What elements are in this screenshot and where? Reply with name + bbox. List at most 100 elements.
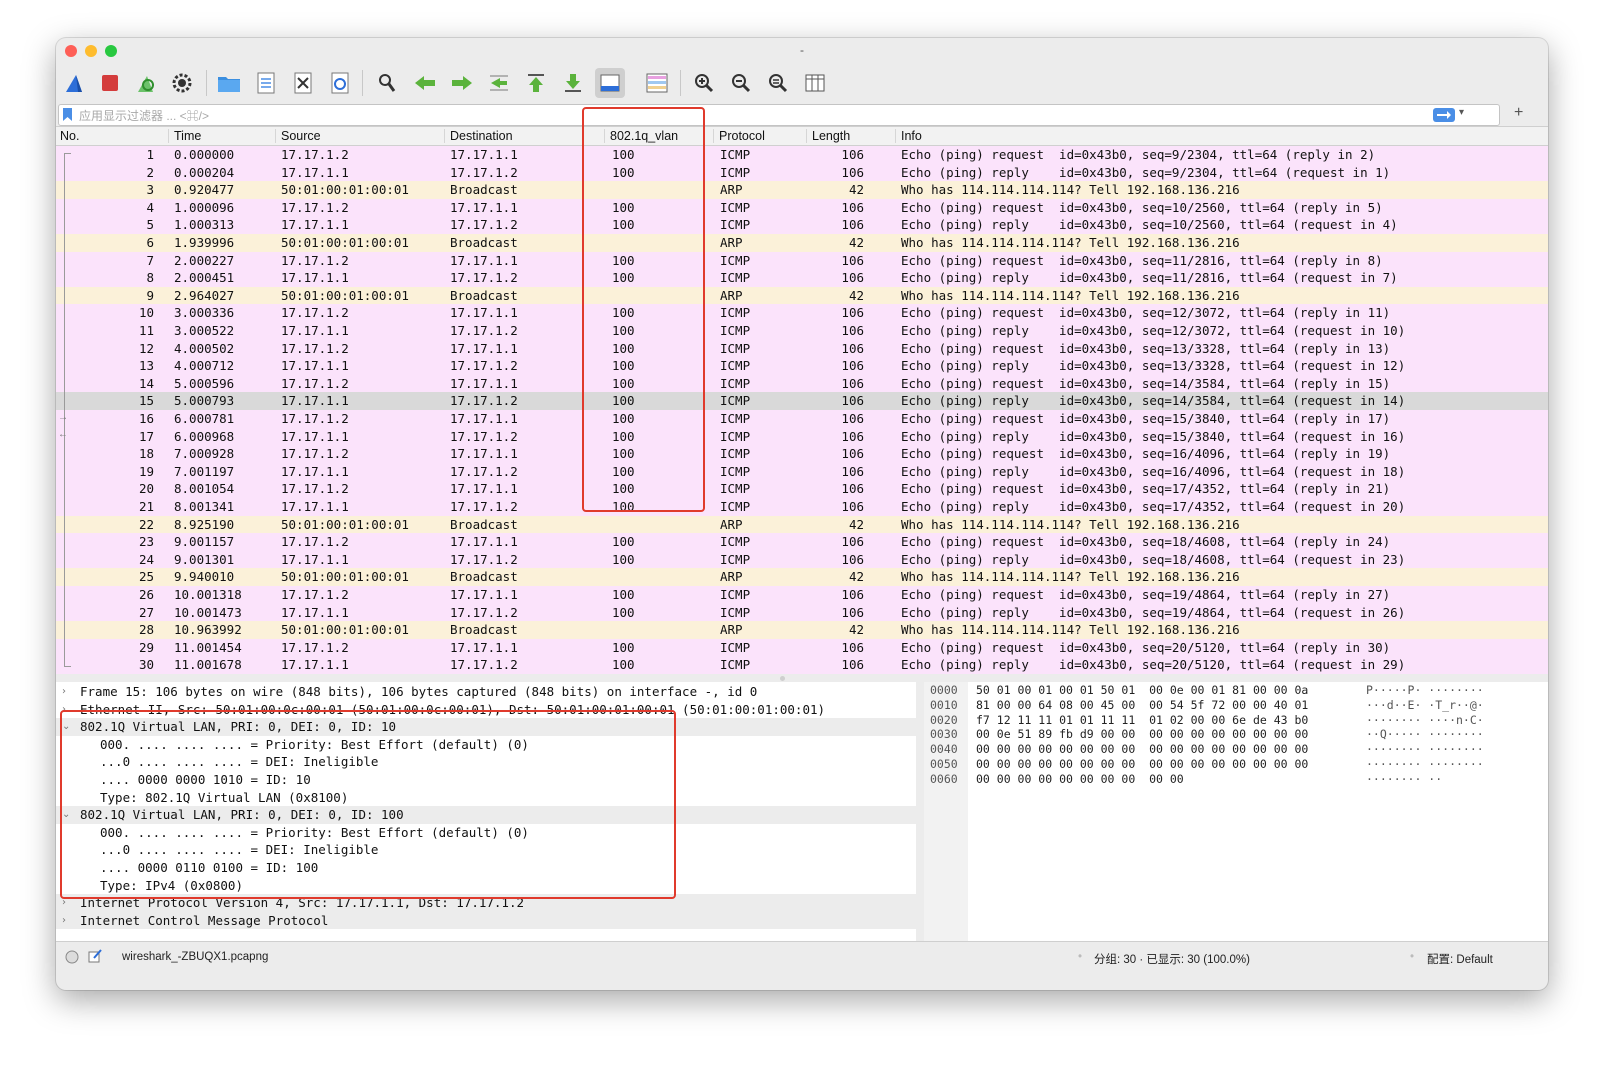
detail-tree-field[interactable]: .... 0000 0000 1010 = ID: 10 [56,771,916,789]
column-header-length[interactable]: Length [812,129,850,143]
cell-info: Who has 114.114.114.114? Tell 192.168.13… [901,235,1240,250]
packet-row[interactable]: 20 8.001054 17.17.1.2 17.17.1.1 100 ICMP 106 Ec… [56,480,1548,498]
restart-capture-icon[interactable] [131,68,161,98]
detail-tree-node[interactable]: › Internet Control Message Protocol [56,911,916,930]
packet-row[interactable]: 18 7.000928 17.17.1.2 17.17.1.1 100 ICMP 106 Ec… [56,445,1548,463]
zoom-in-icon[interactable] [689,68,719,98]
packet-row[interactable]: 24 9.001301 17.17.1.1 17.17.1.2 100 ICMP 106 Ec… [56,550,1548,569]
zoom-reset-icon[interactable] [763,68,793,98]
detail-tree-node[interactable]: › Ethernet II, Src: 50:01:00:0c:00:01 (50… [56,701,916,719]
collapsed-chevron-icon[interactable]: › [62,912,66,930]
add-filter-button-icon[interactable]: + [1514,104,1523,122]
detail-tree-field[interactable]: Type: 802.1Q Virtual LAN (0x8100) [56,789,916,807]
collapsed-chevron-icon[interactable]: › [62,701,66,719]
packet-row[interactable]: 6 1.939996 50:01:00:01:00:01 Broadcast ARP 42… [56,234,1548,252]
detail-tree-field[interactable]: Type: IPv4 (0x0800) [56,877,916,895]
cell-length: 42 [848,516,864,532]
open-folder-icon[interactable] [214,68,244,98]
expanded-chevron-icon[interactable]: ⌄ [62,718,70,736]
packet-row[interactable]: 1 0.000000 17.17.1.2 17.17.1.1 100 ICMP 106 Ech… [56,146,1548,164]
cell-no: 8 [146,270,154,286]
go-forward-arrow-icon[interactable] [447,68,477,98]
packet-row[interactable]: 3 0.920477 50:01:00:01:00:01 Broadcast ARP 42… [56,181,1548,199]
packet-row[interactable]: 13 4.000712 17.17.1.1 17.17.1.2 100 ICMP 106 Ec… [56,357,1548,375]
detail-tree-field[interactable]: ...0 .... .... .... = DEI: Ineligible [56,841,916,859]
go-back-arrow-icon[interactable] [410,68,440,98]
capture-comment-icon[interactable] [88,949,102,963]
collapsed-chevron-icon[interactable]: › [62,894,66,912]
packet-row[interactable]: 10 3.000336 17.17.1.2 17.17.1.1 100 ICMP 106 Ec… [56,304,1548,322]
capture-options-gear-icon[interactable] [167,68,197,98]
filter-history-dropdown-icon[interactable]: ▾ [1459,107,1464,118]
column-header-destination[interactable]: Destination [450,129,513,143]
bookmark-icon[interactable] [63,108,72,121]
packet-row[interactable]: 21 8.001341 17.17.1.1 17.17.1.2 100 ICMP 106 Ec… [56,498,1548,516]
cell-source: 17.17.1.1 [281,604,349,620]
close-file-icon[interactable] [288,68,318,98]
packet-row[interactable]: 15 5.000793 17.17.1.1 17.17.1.2 100 ICMP 106 Ec… [56,392,1548,410]
column-header-no[interactable]: No. [60,129,79,143]
cell-time: 8.001341 [174,499,235,514]
cell-info: Echo (ping) request id=0x43b0, seq=19/48… [901,587,1391,602]
stop-capture-icon[interactable] [95,68,125,98]
detail-tree-field[interactable]: 000. .... .... .... = Priority: Best Eff… [56,824,916,842]
cell-source: 17.17.1.2 [281,639,349,655]
packet-row[interactable]: 14 5.000596 17.17.1.2 17.17.1.1 100 ICMP 106 Ec… [56,374,1548,393]
detail-tree-node[interactable]: ⌄ 802.1Q Virtual LAN, PRI: 0, DEI: 0, ID:… [56,718,916,736]
packet-row[interactable]: 28 10.963992 50:01:00:01:00:01 Broadcast ARP… [56,621,1548,639]
expanded-chevron-icon[interactable]: ⌄ [62,806,70,824]
column-header-info[interactable]: Info [901,129,922,143]
packet-row[interactable]: 5 1.000313 17.17.1.1 17.17.1.2 100 ICMP 106 Ech… [56,216,1548,234]
packet-row[interactable]: 8 2.000451 17.17.1.1 17.17.1.2 100 ICMP 106 Ech… [56,269,1548,287]
find-packet-icon[interactable] [372,68,402,98]
detail-tree-node[interactable]: › Frame 15: 106 bytes on wire (848 bits),… [56,683,916,701]
cell-time: 4.000502 [174,340,235,356]
pane-splitter-vertical[interactable] [916,682,924,941]
go-last-packet-icon[interactable] [558,68,588,98]
packet-row[interactable]: 23 9.001157 17.17.1.2 17.17.1.1 100 ICMP 106 Ec… [56,533,1548,551]
column-header-source[interactable]: Source [281,129,321,143]
packet-row[interactable]: 27 10.001473 17.17.1.1 17.17.1.2 100 ICMP 106 E… [56,603,1548,622]
packet-row[interactable]: 16 6.000781 17.17.1.2 17.17.1.1 100 ICMP 106 Ec… [56,410,1548,428]
packet-row[interactable]: 26 10.001318 17.17.1.2 17.17.1.1 100 ICMP 106 E… [56,586,1548,604]
detail-tree-node[interactable]: › Internet Protocol Version 4, Src: 17.17… [56,894,916,912]
detail-tree-field[interactable]: .... 0000 0110 0100 = ID: 100 [56,859,916,877]
packet-row[interactable]: 29 11.001454 17.17.1.2 17.17.1.1 100 ICMP 106 E… [56,638,1548,657]
collapsed-chevron-icon[interactable]: › [62,683,66,701]
packet-row[interactable]: 11 3.000522 17.17.1.1 17.17.1.2 100 ICMP 106 Ec… [56,322,1548,340]
packet-row[interactable]: 4 1.000096 17.17.1.2 17.17.1.1 100 ICMP 106 Ech… [56,198,1548,217]
cell-vlan: 100 [612,604,635,620]
apply-filter-arrow-icon[interactable] [1433,108,1455,122]
detail-tree-node[interactable]: ⌄ 802.1Q Virtual LAN, PRI: 0, DEI: 0, ID:… [56,806,916,824]
zoom-out-icon[interactable] [726,68,756,98]
colorize-icon[interactable] [642,68,672,98]
column-header-vlan[interactable]: 802.1q_vlan [610,129,678,143]
column-header-time[interactable]: Time [174,129,201,143]
shark-fin-start-icon[interactable] [59,68,89,98]
packet-row[interactable]: 12 4.000502 17.17.1.2 17.17.1.1 100 ICMP 106 Ec… [56,339,1548,358]
packet-row[interactable]: 7 2.000227 17.17.1.2 17.17.1.1 100 ICMP 106 Ech… [56,251,1548,270]
go-first-packet-icon[interactable] [521,68,551,98]
detail-tree-field[interactable]: 000. .... .... .... = Priority: Best Eff… [56,736,916,754]
profile-label[interactable]: 配置: Default [1427,951,1493,967]
column-header-protocol[interactable]: Protocol [719,129,765,143]
packet-row[interactable]: 9 2.964027 50:01:00:01:00:01 Broadcast ARP 42… [56,286,1548,305]
resize-columns-icon[interactable] [800,68,830,98]
detail-tree-field[interactable]: ...0 .... .... .... = DEI: Ineligible [56,753,916,771]
packet-row[interactable]: 2 0.000204 17.17.1.1 17.17.1.2 100 ICMP 106 Ech… [56,163,1548,182]
packet-row[interactable]: 22 8.925190 50:01:00:01:00:01 Broadcast ARP 4… [56,515,1548,534]
detail-text: ...0 .... .... .... = DEI: Ineligible [100,754,379,770]
go-to-packet-icon[interactable] [484,68,514,98]
cell-protocol: ICMP [720,340,751,356]
cell-vlan: 100 [612,499,635,514]
packet-row[interactable]: 25 9.940010 50:01:00:01:00:01 Broadcast ARP 4… [56,568,1548,586]
save-file-icon[interactable] [251,68,281,98]
expert-info-icon[interactable] [65,950,79,964]
packet-row[interactable]: 17 6.000968 17.17.1.1 17.17.1.2 100 ICMP 106 Ec… [56,427,1548,446]
autoscroll-icon[interactable] [595,68,625,98]
reload-icon[interactable] [325,68,355,98]
display-filter-input[interactable] [77,106,1411,126]
packet-row[interactable]: 19 7.001197 17.17.1.1 17.17.1.2 100 ICMP 106 Ec… [56,462,1548,481]
packet-row[interactable]: 30 11.001678 17.17.1.1 17.17.1.2 100 ICMP 106 E… [56,656,1548,674]
cell-time: 6.000968 [174,428,235,444]
